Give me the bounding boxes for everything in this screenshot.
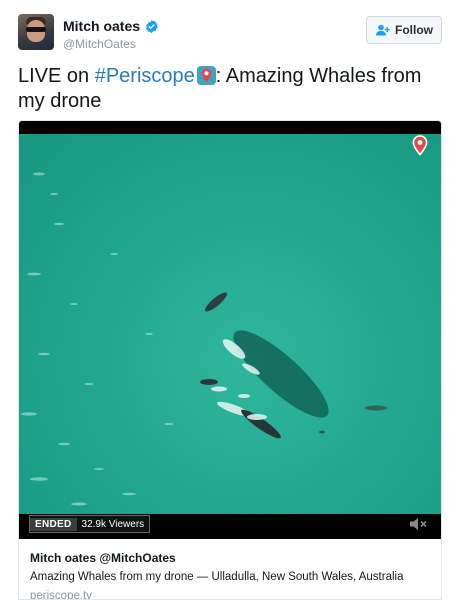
card-domain: periscope.tv bbox=[30, 590, 93, 600]
broadcast-status-badge: ENDED 32.9k Viewers bbox=[29, 515, 151, 533]
card-description: Amazing Whales from my drone — Ulladulla… bbox=[30, 571, 404, 583]
follow-button[interactable]: Follow bbox=[366, 16, 442, 44]
tweet-text: LIVE on #Periscope: Amazing Whales from … bbox=[18, 64, 438, 114]
author-display-name[interactable]: Mitch oates bbox=[63, 18, 140, 34]
ended-label: ENDED bbox=[30, 517, 77, 531]
periscope-icon bbox=[412, 135, 428, 156]
tweet-header: Mitch oates @MitchOates Follow bbox=[18, 14, 442, 54]
author-handle[interactable]: @MitchOates bbox=[63, 37, 136, 51]
drone-footage bbox=[21, 172, 387, 506]
viewer-count: 32.9k Viewers bbox=[81, 518, 145, 530]
video-player[interactable]: ENDED 32.9k Viewers bbox=[19, 121, 441, 539]
periscope-emoji-icon bbox=[196, 66, 216, 85]
author-name-row[interactable]: Mitch oates bbox=[63, 18, 159, 34]
avatar[interactable] bbox=[18, 14, 54, 50]
verified-badge-icon bbox=[145, 19, 158, 33]
media-card[interactable]: ENDED 32.9k Viewers Mitch oates @MitchOa… bbox=[18, 120, 442, 600]
video-frame bbox=[19, 134, 441, 514]
tweet-text-prefix: LIVE on bbox=[18, 65, 95, 87]
card-info[interactable]: Mitch oates @MitchOates Amazing Whales f… bbox=[19, 539, 441, 600]
mute-icon[interactable] bbox=[409, 517, 429, 531]
add-user-icon bbox=[376, 24, 390, 36]
card-title: Mitch oates @MitchOates bbox=[30, 551, 176, 565]
follow-button-label: Follow bbox=[395, 23, 433, 37]
hashtag-link[interactable]: #Periscope bbox=[95, 65, 195, 87]
